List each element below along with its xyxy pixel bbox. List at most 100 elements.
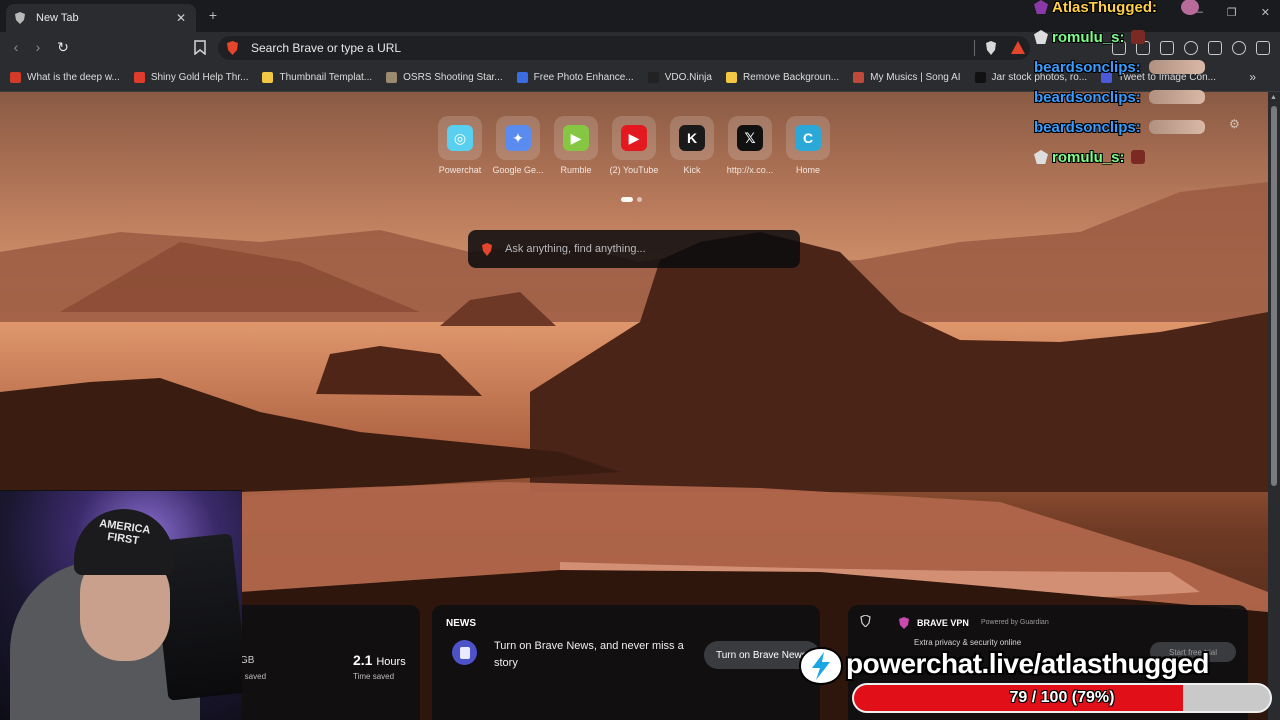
- chat-username: beardsonclips:: [1034, 88, 1141, 106]
- data-saved-value: GB: [240, 655, 255, 666]
- bookmark-item[interactable]: What is the deep w...: [10, 72, 120, 83]
- new-tab-button[interactable]: +: [206, 7, 220, 23]
- top-site-tile[interactable]: ▶: [612, 116, 656, 160]
- top-site-label: http://x.co...: [726, 165, 774, 175]
- top-site-home[interactable]: C Home: [784, 116, 832, 175]
- bookmark-label: Remove Backgroun...: [742, 72, 840, 83]
- chat-emote-icon: [1148, 60, 1205, 74]
- gear-icon[interactable]: ⚙: [1229, 117, 1240, 131]
- top-site-2-youtube[interactable]: ▶ (2) YouTube: [610, 116, 658, 175]
- bookmark-item[interactable]: My Musics | Song AI: [853, 72, 961, 83]
- reload-button[interactable]: ↻: [55, 39, 71, 56]
- bookmark-item[interactable]: Remove Backgroun...: [725, 72, 840, 83]
- chat-username: beardsonclips:: [1034, 58, 1141, 76]
- bookmark-label: VDO.Ninja: [664, 72, 712, 83]
- tab-new-tab[interactable]: New Tab ✕: [6, 4, 196, 32]
- chat-badge-icon: [1034, 0, 1048, 14]
- top-site-tile[interactable]: ✦: [496, 116, 540, 160]
- youtube-icon: ▶: [621, 125, 647, 151]
- x-icon: 𝕏: [737, 125, 763, 151]
- bookmark-favicon-icon: [386, 72, 398, 83]
- bookmark-label: OSRS Shooting Star...: [403, 72, 503, 83]
- top-site-label: Home: [795, 165, 820, 175]
- chat-message: beardsonclips:: [1034, 52, 1274, 82]
- pagination-dot-active[interactable]: [621, 197, 633, 202]
- chat-username: romulu_s:: [1052, 28, 1125, 46]
- canva-icon: C: [795, 125, 821, 151]
- news-promo-text: Turn on Brave News, and never miss a sto…: [494, 640, 684, 669]
- streamer-webcam: AMERICA FIRST: [0, 490, 242, 720]
- bookmark-label: Free Photo Enhance...: [533, 72, 634, 83]
- bookmark-favicon-icon: [974, 72, 986, 83]
- bookmark-label: My Musics | Song AI: [870, 72, 961, 83]
- donation-goal-bar: 79 / 100 (79%): [852, 683, 1272, 713]
- bookmark-favicon-icon: [516, 72, 528, 83]
- gemini-icon: ✦: [505, 125, 531, 151]
- top-site-tile[interactable]: ▶: [554, 116, 598, 160]
- chat-message: AtlasThugged:: [1034, 0, 1274, 22]
- bookmark-item[interactable]: Shiny Gold Help Thr...: [133, 72, 249, 83]
- data-saved-label: h saved: [238, 672, 267, 681]
- chat-message: romulu_s:: [1034, 142, 1274, 172]
- chat-username: romulu_s:: [1052, 148, 1125, 166]
- tab-close-icon[interactable]: ✕: [174, 11, 188, 25]
- page-scrollbar[interactable]: ▲: [1268, 92, 1280, 720]
- brave-rewards-icon[interactable]: [1011, 41, 1025, 54]
- top-site-powerchat[interactable]: ◎ Powerchat: [436, 116, 484, 175]
- top-site-kick[interactable]: K Kick: [668, 116, 716, 175]
- top-sites-pagination: [621, 197, 642, 202]
- bookmark-label: Shiny Gold Help Thr...: [150, 72, 249, 83]
- time-saved-unit: Hours: [376, 656, 406, 668]
- time-saved-value: 2.1 Hours: [353, 652, 406, 668]
- brave-shields-icon[interactable]: [985, 41, 997, 55]
- chat-badge-icon: [1034, 30, 1048, 44]
- stats-widget[interactable]: GB h saved 2.1 Hours Time saved: [228, 605, 420, 720]
- top-site-tile[interactable]: 𝕏: [728, 116, 772, 160]
- bookmark-favicon-icon: [853, 72, 865, 83]
- address-bar[interactable]: Search Brave or type a URL: [218, 36, 1030, 60]
- kick-icon: K: [679, 125, 705, 151]
- top-sites: ◎ Powerchat ✦ Google Ge... ▶ Rumble ▶ (2) YouTu…: [436, 116, 832, 175]
- pagination-dot[interactable]: [637, 197, 642, 202]
- chat-emote-icon: [1181, 0, 1199, 15]
- search-box[interactable]: Ask anything, find anything...: [468, 230, 800, 268]
- chat-message: romulu_s:: [1034, 22, 1274, 52]
- time-saved-number: 2.1: [353, 652, 373, 668]
- bookmark-item[interactable]: VDO.Ninja: [647, 72, 712, 83]
- top-site-google-ge[interactable]: ✦ Google Ge...: [492, 116, 544, 175]
- donation-goal-text: 79 / 100 (79%): [1009, 689, 1115, 706]
- widget-settings-icon[interactable]: [860, 615, 871, 627]
- powerchat-url: powerchat.live/atlasthugged: [846, 648, 1210, 679]
- rumble-icon: ▶: [563, 125, 589, 151]
- vpn-feature: Extra privacy & security online: [914, 638, 1022, 647]
- bookmark-icon[interactable]: [194, 40, 206, 55]
- time-saved-label: Time saved: [353, 672, 395, 681]
- chat-emote-icon: [1130, 30, 1145, 44]
- top-site-tile[interactable]: C: [786, 116, 830, 160]
- search-placeholder: Ask anything, find anything...: [505, 243, 646, 255]
- bookmark-item[interactable]: Free Photo Enhance...: [516, 72, 634, 83]
- top-site-http-x-co[interactable]: 𝕏http://x.co...: [726, 116, 774, 175]
- news-header: NEWS: [446, 618, 476, 629]
- forward-button[interactable]: ›: [30, 39, 46, 55]
- bookmark-label: Thumbnail Templat...: [279, 72, 373, 83]
- powerchat-logo-icon: [798, 646, 844, 686]
- bookmark-item[interactable]: OSRS Shooting Star...: [386, 72, 503, 83]
- vpn-shield-icon: [899, 617, 909, 629]
- bookmark-favicon-icon: [133, 72, 145, 83]
- top-site-label: Rumble: [560, 165, 592, 175]
- back-button[interactable]: ‹: [8, 39, 24, 55]
- top-site-label: Google Ge...: [492, 165, 544, 175]
- powerchat-icon: ◎: [447, 125, 473, 151]
- top-site-rumble[interactable]: ▶ Rumble: [552, 116, 600, 175]
- top-site-tile[interactable]: ◎: [438, 116, 482, 160]
- chat-username: beardsonclips:: [1034, 118, 1141, 136]
- top-site-tile[interactable]: K: [670, 116, 714, 160]
- chat-emote-icon: [1148, 120, 1205, 134]
- bookmark-item[interactable]: Thumbnail Templat...: [262, 72, 372, 83]
- chat-message: beardsonclips:: [1034, 82, 1274, 112]
- bookmark-favicon-icon: [262, 72, 274, 83]
- bookmark-label: What is the deep w...: [27, 72, 120, 83]
- chat-emote-icon: [1130, 150, 1145, 164]
- brave-shield-icon: [227, 41, 238, 55]
